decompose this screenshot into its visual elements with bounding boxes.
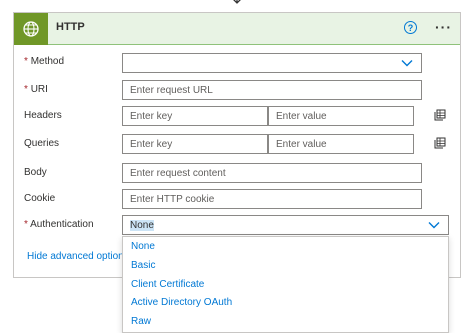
- headers-key-input[interactable]: Enter key: [122, 106, 268, 126]
- uri-label: * URI: [24, 84, 48, 95]
- auth-option-client-certificate[interactable]: Client Certificate: [131, 279, 204, 290]
- headers-value-input[interactable]: Enter value: [268, 106, 414, 126]
- authentication-label: * Authentication: [24, 219, 94, 230]
- auth-option-raw[interactable]: Raw: [131, 316, 151, 327]
- auth-option-basic[interactable]: Basic: [131, 260, 155, 271]
- body-label: Body: [24, 167, 47, 178]
- hide-advanced-options-link[interactable]: Hide advanced options: [27, 251, 129, 262]
- method-select[interactable]: [122, 53, 422, 73]
- auth-option-active-directory-oauth[interactable]: Active Directory OAuth: [131, 297, 232, 308]
- chevron-down-icon: [401, 60, 413, 67]
- authentication-select[interactable]: None: [122, 215, 449, 235]
- queries-key-input[interactable]: Enter key: [122, 134, 268, 154]
- body-input[interactable]: Enter request content: [122, 163, 422, 183]
- help-icon[interactable]: ?: [404, 21, 417, 34]
- queries-label: Queries: [24, 138, 60, 149]
- action-title: HTTP: [56, 21, 85, 33]
- more-options-icon[interactable]: ···: [435, 19, 452, 35]
- action-icon-tile: [14, 13, 48, 45]
- table-switch-icon[interactable]: [434, 137, 446, 149]
- headers-label: Headers: [24, 110, 62, 121]
- cookie-input[interactable]: Enter HTTP cookie: [122, 189, 422, 209]
- uri-input[interactable]: Enter request URL: [122, 80, 422, 100]
- method-label: * Method: [24, 56, 65, 67]
- connector-arrow-icon: [233, 0, 241, 4]
- auth-option-none[interactable]: None: [131, 241, 155, 252]
- chevron-down-icon: [428, 222, 440, 229]
- table-switch-icon[interactable]: [434, 109, 446, 121]
- cookie-label: Cookie: [24, 193, 56, 204]
- globe-icon: [23, 21, 39, 37]
- queries-value-input[interactable]: Enter value: [268, 134, 414, 154]
